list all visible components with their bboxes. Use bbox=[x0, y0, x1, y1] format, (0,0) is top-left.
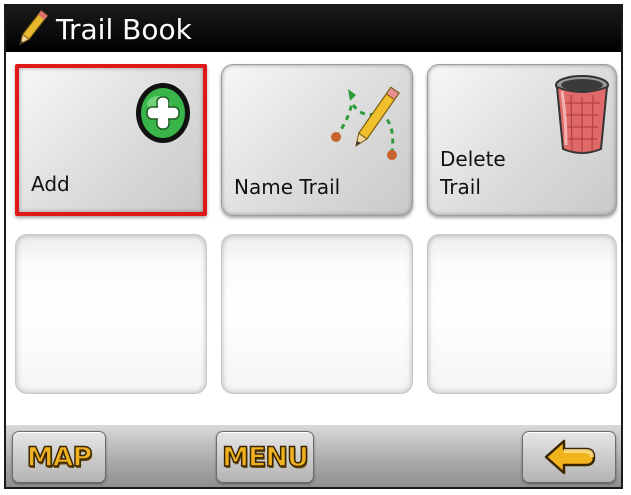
name-trail-label: Name Trail bbox=[234, 175, 341, 199]
title-bar: Trail Book bbox=[6, 6, 621, 52]
delete-trail-label: Delete Trail bbox=[440, 147, 506, 199]
empty-tile[interactable] bbox=[221, 234, 413, 394]
add-label: Add bbox=[31, 172, 70, 196]
page-title: Trail Book bbox=[56, 12, 192, 46]
bottom-toolbar: MAP MENU bbox=[6, 424, 621, 487]
add-tile[interactable]: Add bbox=[15, 64, 207, 216]
menu-button-label: MENU bbox=[221, 441, 309, 474]
menu-button[interactable]: MENU bbox=[216, 431, 314, 483]
name-trail-tile[interactable]: Name Trail bbox=[221, 64, 413, 216]
back-button[interactable] bbox=[522, 431, 616, 483]
delete-trail-tile[interactable]: Delete Trail bbox=[427, 64, 617, 216]
add-plus-icon bbox=[136, 83, 190, 143]
edit-trail-icon bbox=[331, 86, 400, 160]
empty-tile[interactable] bbox=[15, 234, 207, 394]
empty-tile[interactable] bbox=[427, 234, 617, 394]
back-arrow-icon bbox=[544, 439, 596, 475]
map-button[interactable]: MAP bbox=[12, 431, 106, 483]
map-button-label: MAP bbox=[26, 441, 93, 474]
tile-grid: Add Name Trail Delete Trail MAP MENU bbox=[6, 52, 621, 487]
trash-can-icon bbox=[555, 75, 609, 154]
device-screen: Trail Book Add Name Trail Delete Trail M… bbox=[4, 4, 623, 489]
pencil-icon bbox=[19, 10, 49, 45]
